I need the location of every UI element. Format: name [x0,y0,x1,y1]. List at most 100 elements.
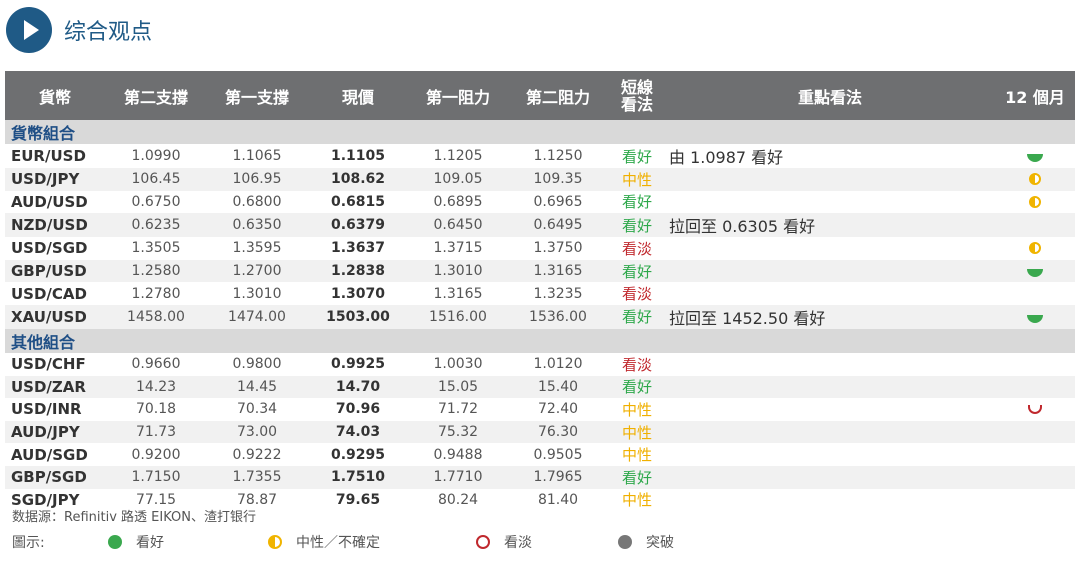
current-price: 0.9295 [330,446,386,463]
currency-pair: USD/CAD [11,284,87,303]
resist1-value: 80.24 [437,491,479,508]
support1-value: 106.95 [232,171,282,188]
key-view-note [665,260,995,283]
table-row: USD/INR 70.18 70.34 70.96 71.72 72.40 中性 [5,398,1075,421]
page-header: 综合观点 [6,6,152,54]
bearish-icon [476,535,490,549]
outlook-12m [995,282,1075,305]
support2-value: 1.7150 [131,469,181,486]
legend-item-bull: 看好 [108,532,268,552]
key-view-note [665,466,995,489]
table-row: USD/JPY 106.45 106.95 108.62 109.05 109.35 中性 [5,168,1075,191]
current-price: 74.03 [335,424,381,441]
key-view-note [665,168,995,191]
current-price: 0.9925 [330,356,386,373]
outlook-12m [995,213,1075,237]
currency-pair: USD/CHF [11,355,86,374]
support2-value: 1458.00 [127,308,185,325]
short-term-view: 中性 [621,400,652,419]
legend-label: 看淡 [504,535,532,551]
support2-value: 1.2580 [131,263,181,280]
support2-value: 1.0990 [131,148,181,164]
outlook-12m [995,305,1075,329]
currency-pair: USD/JPY [11,170,80,189]
breakout-icon [618,535,632,549]
currency-pair: EUR/USD [11,147,86,165]
bullish-icon [1027,314,1043,323]
resist1-value: 1.0030 [433,356,483,373]
outlook-12m [995,421,1075,444]
resist1-value: 0.6450 [433,217,483,234]
support1-value: 1.3595 [232,240,282,257]
resist2-value: 81.40 [537,491,579,508]
resist2-value: 15.40 [537,378,579,395]
support1-value: 0.9222 [232,446,282,463]
resist2-value: 1536.00 [529,308,587,325]
col-header-resist2: 第二阻力 [525,87,590,107]
resist1-value: 15.05 [437,378,479,395]
support1-value: 0.6350 [232,217,282,234]
col-header-key-view: 重點看法 [797,87,862,107]
resist1-value: 0.6895 [433,193,483,210]
support1-value: 1.2700 [232,263,282,280]
short-term-view: 看淡 [621,355,652,374]
resist1-value: 1.3715 [433,240,483,257]
support2-value: 0.9660 [131,356,181,373]
legend-item-bear: 看淡 [476,532,618,552]
table-row: USD/ZAR 14.23 14.45 14.70 15.05 15.40 看好 [5,375,1075,399]
table-row: USD/CHF 0.9660 0.9800 0.9925 1.0030 1.0120 看淡 [5,353,1075,376]
resist2-value: 0.9505 [533,446,583,463]
currency-pair: GBP/SGD [11,468,87,487]
currency-pair: AUD/JPY [11,423,80,442]
key-view-note [665,191,995,214]
table-row: EUR/USD 1.0990 1.1065 1.1105 1.1205 1.1250 看好由… [5,144,1075,168]
support2-value: 0.9200 [131,446,181,463]
legend: 圖示: 看好 中性／不確定 看淡 突破 [12,532,674,552]
group-label: 其他組合 [5,328,1075,353]
key-view-note [665,376,995,399]
key-view-note [665,443,995,466]
currency-pair: AUD/SGD [11,445,88,464]
key-view-note: 拉回至 1452.50 看好 [669,308,826,328]
col-header-support2: 第二支撐 [123,87,188,107]
short-term-view: 中性 [621,423,652,442]
group-header-row: 其他組合 [5,328,1075,353]
table-row: AUD/USD 0.6750 0.6800 0.6815 0.6895 0.6965 看好 [5,191,1075,214]
support1-value: 73.00 [236,424,278,441]
col-header-current: 現價 [341,87,374,107]
resist2-value: 76.30 [537,424,579,441]
resist1-value: 71.72 [437,401,479,418]
table-row: AUD/JPY 71.73 73.00 74.03 75.32 76.30 中性 [5,420,1075,444]
play-icon [6,7,52,53]
resist2-value: 1.1250 [533,148,583,164]
data-source: 数据源：Refinitiv 路透 EIKON、渣打银行 [12,510,256,525]
currency-pair: AUD/USD [11,192,88,211]
col-header-short-view: 短線 看法 [609,71,665,120]
resist1-value: 1.1205 [433,148,483,164]
key-view-note [665,237,995,260]
support1-value: 70.34 [236,401,278,418]
neutral-icon [1029,242,1041,255]
current-price: 14.70 [335,378,381,395]
currency-pair: GBP/USD [11,262,87,281]
legend-item-break: 突破 [618,532,674,552]
resist1-value: 1.3010 [433,263,483,280]
table-row: AUD/SGD 0.9200 0.9222 0.9295 0.9488 0.9505 中性 [5,443,1075,466]
current-price: 108.62 [330,171,386,188]
resist1-value: 0.9488 [433,446,483,463]
resist1-value: 75.32 [437,424,479,441]
neutral-icon [1029,173,1041,186]
currency-pair: USD/ZAR [11,377,86,396]
fx-outlook-table: 貨幣 第二支撐 第一支撐 現價 第一阻力 第二阻力 短線 看法 重點看法 12 個… [5,71,1075,511]
outlook-12m [995,398,1075,421]
neutral-icon [268,535,282,549]
currency-pair: NZD/USD [11,216,88,235]
col-header-short-view-line2: 看法 [620,94,653,114]
key-view-note: 拉回至 0.6305 看好 [669,217,816,237]
table-row: GBP/SGD 1.7150 1.7355 1.7510 1.7710 1.7965 看好 [5,465,1075,489]
support1-value: 1.1065 [232,148,282,164]
support1-value: 1.7355 [232,469,282,486]
resist2-value: 1.3235 [533,285,583,302]
currency-pair: XAU/USD [11,307,87,326]
bullish-icon [1027,269,1043,278]
